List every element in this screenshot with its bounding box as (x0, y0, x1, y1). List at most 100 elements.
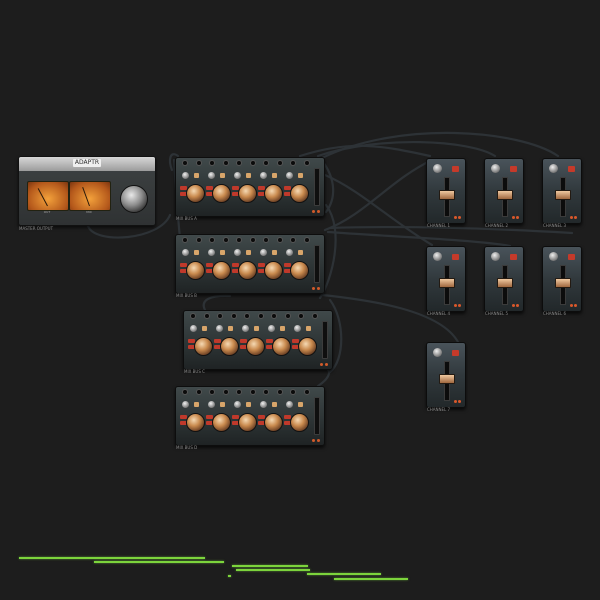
gain-knob[interactable] (260, 249, 267, 256)
gain-knob[interactable] (216, 325, 223, 332)
level-knob[interactable] (264, 261, 283, 280)
mixer-module-a[interactable] (175, 157, 325, 217)
gain-knob[interactable] (286, 172, 293, 179)
signal-light (280, 326, 285, 331)
record-button[interactable] (568, 254, 575, 260)
master-volume-knob[interactable] (120, 185, 148, 213)
level-knob[interactable] (238, 413, 257, 432)
record-button[interactable] (452, 166, 459, 172)
level-knob[interactable] (220, 337, 239, 356)
gain-knob[interactable] (208, 249, 215, 256)
gain-knob[interactable] (182, 172, 189, 179)
signal-light (228, 326, 233, 331)
gain-knob[interactable] (208, 401, 215, 408)
level-knob[interactable] (186, 184, 205, 203)
level-knob[interactable] (212, 184, 231, 203)
master-fader[interactable] (314, 397, 320, 435)
level-knob[interactable] (186, 261, 205, 280)
level-knob[interactable] (238, 261, 257, 280)
pan-knob[interactable] (433, 164, 442, 173)
fader-cap[interactable] (439, 190, 455, 200)
gain-knob[interactable] (286, 249, 293, 256)
level-knob[interactable] (264, 413, 283, 432)
master-fader[interactable] (322, 321, 328, 359)
record-button[interactable] (510, 254, 517, 260)
fader-cap[interactable] (555, 278, 571, 288)
pan-knob[interactable] (433, 252, 442, 261)
timeline-clip[interactable] (334, 578, 408, 580)
fader-cap[interactable] (439, 278, 455, 288)
timeline-marker[interactable] (228, 575, 231, 577)
record-button[interactable] (568, 166, 575, 172)
level-knob[interactable] (290, 184, 309, 203)
fader-cap[interactable] (439, 374, 455, 384)
cable (316, 141, 497, 158)
pan-knob[interactable] (491, 252, 500, 261)
channel-strip-4[interactable] (426, 246, 466, 312)
gain-knob[interactable] (190, 325, 197, 332)
gain-knob[interactable] (268, 325, 275, 332)
record-button[interactable] (452, 350, 459, 356)
master-fader[interactable] (314, 168, 320, 206)
timeline-clip[interactable] (232, 565, 308, 567)
mixer-module-c[interactable] (183, 310, 333, 370)
level-knob[interactable] (194, 337, 213, 356)
channel-strip-5[interactable] (484, 246, 524, 312)
level-knob[interactable] (212, 261, 231, 280)
timeline-clip[interactable] (94, 561, 224, 563)
master-fader[interactable] (314, 245, 320, 283)
level-knob[interactable] (272, 337, 291, 356)
mixer-channel (258, 243, 283, 289)
level-knob[interactable] (290, 261, 309, 280)
channel-strip-1[interactable] (426, 158, 466, 224)
level-knob[interactable] (290, 413, 309, 432)
timeline-clip[interactable] (236, 569, 310, 571)
vu-meter-module[interactable]: ADAPTR OUT MIX (18, 156, 156, 226)
gain-knob[interactable] (234, 401, 241, 408)
mixer-module-d[interactable] (175, 386, 325, 446)
channel-strip-3[interactable] (542, 158, 582, 224)
timeline-clip[interactable] (19, 557, 205, 559)
status-led (312, 439, 315, 442)
fader-cap[interactable] (555, 190, 571, 200)
gain-knob[interactable] (242, 325, 249, 332)
record-button[interactable] (510, 166, 517, 172)
gain-knob[interactable] (260, 401, 267, 408)
gain-knob[interactable] (234, 249, 241, 256)
module-label: MIX BUS C (184, 369, 205, 374)
patch-canvas[interactable]: ADAPTR OUT MIX MASTER OUTPUT MIX BUS A M… (0, 0, 600, 600)
level-knob[interactable] (238, 184, 257, 203)
gain-knob[interactable] (260, 172, 267, 179)
cable (323, 173, 434, 247)
level-knob[interactable] (298, 337, 317, 356)
gain-knob[interactable] (208, 172, 215, 179)
mixer-channel (180, 395, 205, 441)
level-knob[interactable] (186, 413, 205, 432)
mixer-module-b[interactable] (175, 234, 325, 294)
pan-knob[interactable] (491, 164, 500, 173)
mixer-channel (284, 243, 309, 289)
channel-strip-2[interactable] (484, 158, 524, 224)
gain-knob[interactable] (294, 325, 301, 332)
pan-knob[interactable] (549, 252, 558, 261)
meter-title: ADAPTR (73, 159, 101, 167)
gain-knob[interactable] (234, 172, 241, 179)
mixer-channel (232, 395, 257, 441)
channel-strip-6[interactable] (542, 246, 582, 312)
module-label: MASTER OUTPUT (19, 226, 54, 231)
timeline-clip[interactable] (307, 573, 381, 575)
gain-knob[interactable] (286, 401, 293, 408)
gain-knob[interactable] (182, 401, 189, 408)
fader-cap[interactable] (497, 278, 513, 288)
pan-knob[interactable] (433, 348, 442, 357)
pan-knob[interactable] (549, 164, 558, 173)
level-knob[interactable] (212, 413, 231, 432)
fader-cap[interactable] (497, 190, 513, 200)
record-button[interactable] (452, 254, 459, 260)
level-knob[interactable] (264, 184, 283, 203)
cable (323, 158, 434, 232)
mixer-channel (232, 243, 257, 289)
channel-strip-7[interactable] (426, 342, 466, 408)
gain-knob[interactable] (182, 249, 189, 256)
level-knob[interactable] (246, 337, 265, 356)
